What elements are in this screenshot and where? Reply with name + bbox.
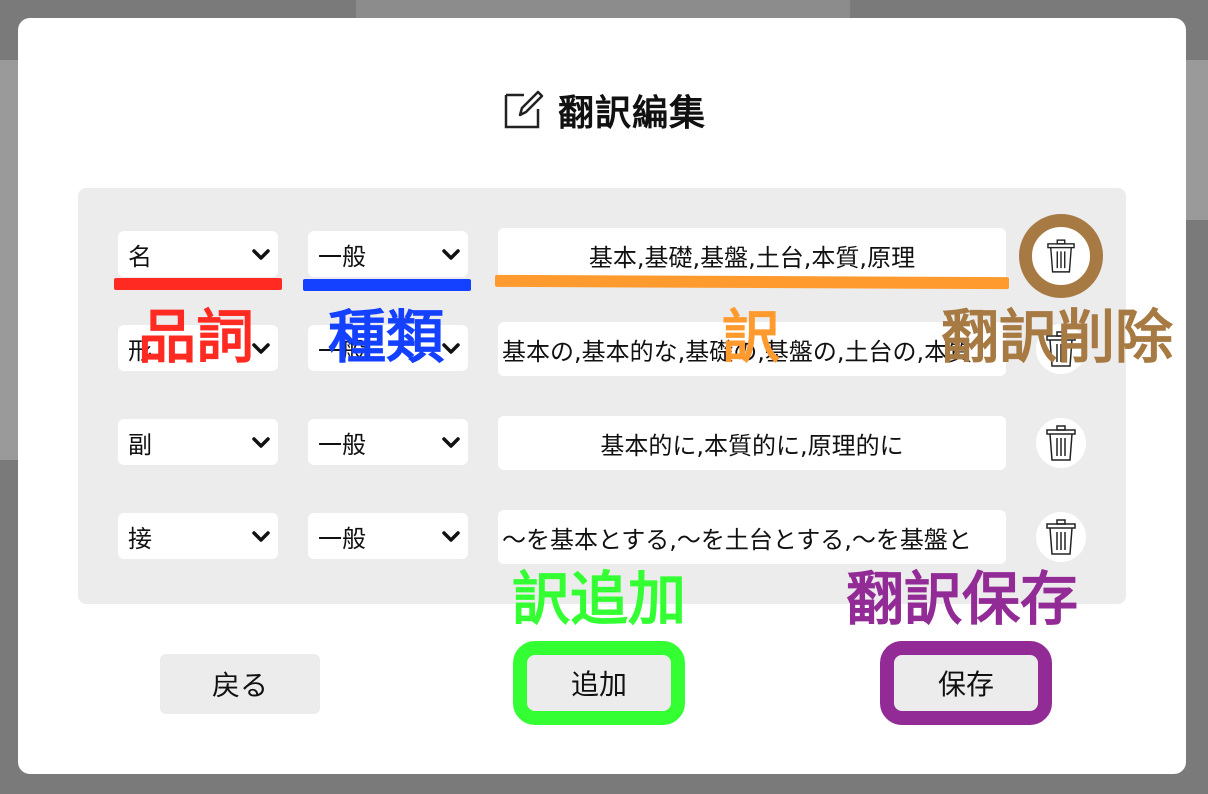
add-translation-button[interactable]: 追加 (513, 641, 685, 725)
kind-underline (303, 279, 471, 291)
trash-icon (1047, 239, 1075, 273)
chevron-down-icon (442, 437, 460, 448)
pos-underline (114, 278, 282, 290)
translation-row: 副 一般 基本的に,本質的に,原理的に (0, 416, 1208, 470)
part-of-speech-value: 名 (128, 242, 152, 271)
kind-select[interactable]: 一般 (308, 419, 468, 465)
trash-icon (1046, 519, 1076, 555)
annotation-translation: 訳 (722, 303, 781, 371)
save-button-label: 保存 (937, 668, 994, 701)
dialog-title: 翻訳編集 (557, 93, 706, 134)
part-of-speech-select[interactable]: 副 (118, 419, 278, 465)
translation-row: 接 一般 〜を基本とする,〜を土台とする,〜を基盤と (0, 510, 1208, 564)
annotation-save: 翻訳保存 (846, 565, 1079, 633)
back-button[interactable]: 戻る (160, 654, 320, 714)
part-of-speech-select[interactable]: 接 (118, 513, 278, 559)
annotation-kind: 種類 (328, 303, 445, 371)
background-app (356, 0, 850, 18)
delete-translation-button[interactable] (1019, 214, 1103, 298)
translation-value: 基本,基礎,基盤,土台,本質,原理 (588, 243, 916, 272)
trash-icon (1046, 425, 1076, 461)
chevron-down-icon (252, 531, 270, 542)
annotation-pos: 品詞 (138, 303, 255, 371)
part-of-speech-value: 接 (128, 524, 152, 553)
translation-input[interactable]: 〜を基本とする,〜を土台とする,〜を基盤と (498, 510, 1006, 564)
save-button[interactable]: 保存 (880, 641, 1052, 725)
kind-value: 一般 (318, 242, 366, 271)
chevron-down-icon (252, 249, 270, 260)
annotation-delete: 翻訳削除 (941, 303, 1174, 371)
part-of-speech-value: 副 (128, 430, 152, 459)
chevron-down-icon (442, 531, 460, 542)
translation-input[interactable]: 基本,基礎,基盤,土台,本質,原理 (498, 228, 1006, 282)
kind-select[interactable]: 一般 (308, 513, 468, 559)
annotation-add: 訳追加 (512, 565, 687, 633)
back-button-label: 戻る (211, 669, 268, 702)
part-of-speech-select[interactable]: 名 (118, 231, 278, 277)
translation-underline (494, 274, 1010, 290)
chevron-down-icon (442, 249, 460, 260)
kind-value: 一般 (318, 524, 366, 553)
translation-value: 基本的に,本質的に,原理的に (600, 431, 904, 460)
translation-input[interactable]: 基本的に,本質的に,原理的に (498, 416, 1006, 470)
delete-translation-button[interactable] (1036, 512, 1086, 562)
chevron-down-icon (252, 437, 270, 448)
edit-icon (504, 90, 544, 129)
add-button-label: 追加 (570, 668, 627, 701)
delete-translation-button[interactable] (1036, 418, 1086, 468)
translation-value: 〜を基本とする,〜を土台とする,〜を基盤と (502, 525, 972, 554)
kind-value: 一般 (318, 430, 366, 459)
kind-select[interactable]: 一般 (308, 231, 468, 277)
dialog-header: 翻訳編集 (0, 84, 1208, 136)
